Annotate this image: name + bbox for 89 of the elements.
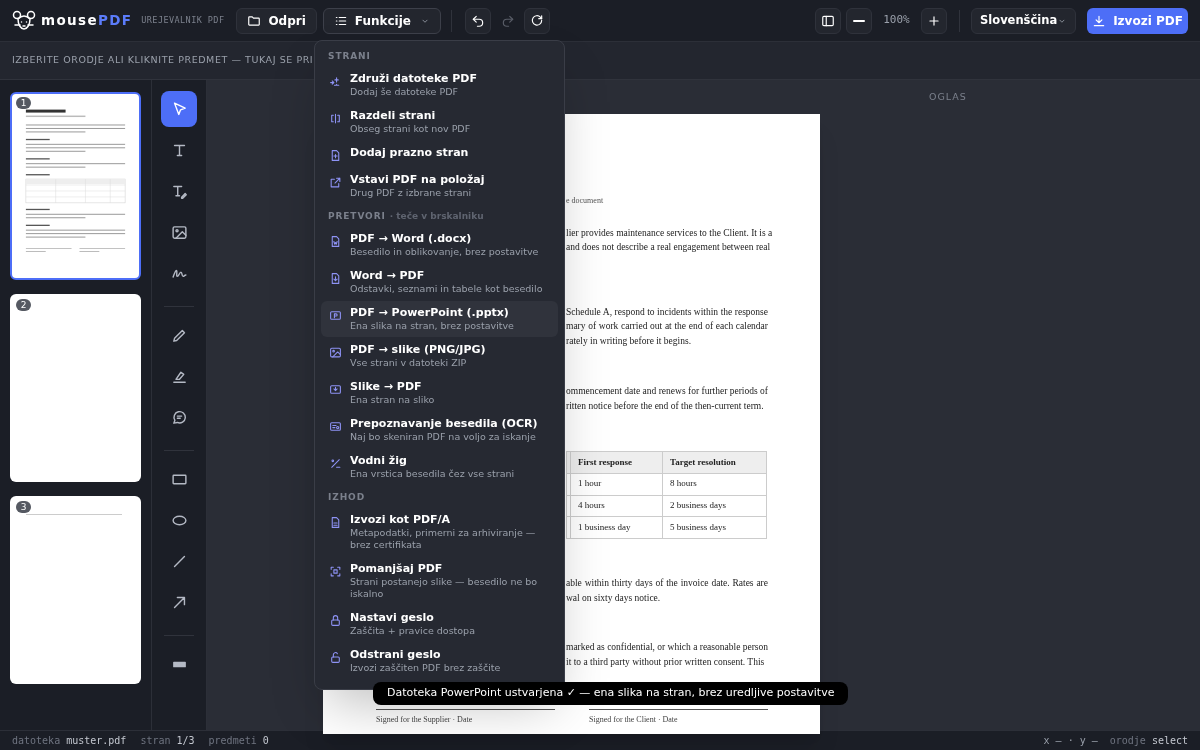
menu-item[interactable]: Združi datoteke PDF Dodaj še datoteke PDF bbox=[321, 67, 558, 103]
undo-button[interactable] bbox=[465, 7, 491, 34]
document-icon bbox=[329, 516, 342, 529]
table-cell: 8 hours bbox=[663, 473, 767, 495]
unlock-icon bbox=[329, 651, 342, 664]
table-cell: 4 hours bbox=[571, 495, 663, 517]
page-thumbnail[interactable]: 2 bbox=[10, 294, 141, 482]
slides-icon bbox=[329, 309, 342, 322]
language-select[interactable]: Slovenščina bbox=[971, 7, 1076, 34]
page-number-badge: 1 bbox=[16, 97, 31, 109]
table-cell: 1 hour bbox=[571, 473, 663, 495]
zoom-in-button[interactable] bbox=[921, 7, 947, 34]
open-button[interactable]: Odpri bbox=[236, 7, 317, 34]
signature-label: Signed for the Supplier · Date bbox=[376, 714, 474, 726]
menu-section-heading: IZHOD bbox=[328, 492, 366, 503]
page-number-badge: 3 bbox=[16, 501, 31, 513]
sidebar-toggle-button[interactable] bbox=[815, 7, 841, 34]
menu-item[interactable]: PDF → slike (PNG/JPG) Vse strani v datoteki ZIP bbox=[321, 338, 558, 374]
plus-icon bbox=[927, 13, 941, 28]
menu-section-heading: PRETVORI bbox=[328, 211, 386, 222]
page-number-badge: 2 bbox=[16, 299, 31, 311]
menu-item[interactable]: Razdeli strani Obseg strani kot nov PDF bbox=[321, 104, 558, 140]
menu-item[interactable]: PDF → PowerPoint (.pptx) Ena slika na stran, brez postavitve bbox=[321, 301, 558, 337]
menu-item[interactable]: Nastavi geslo Zaščita + pravice dostopa bbox=[321, 606, 558, 642]
compress-icon bbox=[329, 565, 342, 578]
status-value: select bbox=[1151, 734, 1188, 748]
external-link-icon bbox=[329, 176, 342, 189]
image-icon bbox=[329, 346, 342, 359]
sidebar-toggle-icon bbox=[821, 13, 835, 28]
status-label: datoteka bbox=[12, 734, 61, 748]
lock-icon bbox=[329, 614, 342, 627]
download-icon bbox=[1092, 13, 1107, 28]
status-label: stran bbox=[140, 734, 171, 748]
hint-text: IZBERITE ORODJE ALI KLIKNITE PREDMET — TUKAJ SE PRI bbox=[12, 53, 314, 68]
menu-item[interactable]: Pomanjšaj PDF Strani postanejo slike — besedilo ne bo iskalno bbox=[321, 557, 558, 605]
menu-item[interactable]: Izvozi kot PDF/A Metapodatki, primerni za arhiviranje — brez certifikata bbox=[321, 508, 558, 556]
zoom-out-button[interactable] bbox=[846, 7, 872, 34]
menu-item[interactable]: Prepoznavanje besedila (OCR) Naj bo skeniran PDF na voljo za iskanje bbox=[321, 412, 558, 448]
tool-button[interactable] bbox=[161, 91, 197, 127]
comment-icon bbox=[170, 408, 188, 426]
menu-item[interactable]: PDF → Word (.docx) Besedilo in oblikovanje, brez postavitve bbox=[321, 227, 558, 263]
word-file-icon bbox=[329, 235, 342, 248]
menu-item[interactable]: Vstavi PDF na položaj Drug PDF z izbrane strani bbox=[321, 168, 558, 204]
folder-icon bbox=[247, 13, 262, 28]
status-value: 1/3 bbox=[176, 734, 195, 748]
split-icon bbox=[329, 112, 342, 125]
document-subtitle: e document bbox=[566, 195, 605, 207]
signature-label: Signed for the Client · Date bbox=[589, 714, 679, 726]
mouse-logo-icon bbox=[12, 8, 36, 33]
refresh-button[interactable] bbox=[524, 7, 550, 34]
status-value: 0 bbox=[262, 734, 269, 748]
app-logo-text: mouse PDF bbox=[41, 11, 133, 31]
status-label: orodje bbox=[1109, 734, 1146, 748]
status-value: muster.pdf bbox=[66, 734, 127, 748]
table-cell: First response bbox=[571, 452, 663, 473]
file-download-icon bbox=[329, 272, 342, 285]
add-page-icon bbox=[329, 149, 342, 162]
scan-text-icon bbox=[329, 420, 342, 433]
undo-icon bbox=[471, 13, 485, 28]
minus-icon bbox=[853, 19, 865, 22]
status-label: predmeti bbox=[208, 734, 257, 748]
refresh-icon bbox=[530, 13, 544, 28]
table-cell: 5 business days bbox=[663, 517, 767, 538]
menu-item[interactable]: Odstrani geslo Izvozi zaščiten PDF brez zaščite bbox=[321, 643, 558, 679]
export-pdf-button[interactable]: Izvozi PDF bbox=[1087, 7, 1188, 34]
table-cell: 1 business day bbox=[571, 517, 663, 538]
image-download-icon bbox=[329, 383, 342, 396]
cursor-coordinates: x — · y — bbox=[1043, 734, 1098, 748]
page-thumbnail[interactable]: 1 bbox=[10, 92, 141, 280]
menu-section-note: · teče v brskalniku bbox=[389, 211, 484, 222]
app-subtitle: UREJEVALNIK PDF bbox=[141, 14, 225, 27]
redo-icon bbox=[501, 13, 515, 28]
menu-item[interactable]: Slike → PDF Ena stran na sliko bbox=[321, 375, 558, 411]
table-cell: 2 business days bbox=[663, 495, 767, 517]
document-paragraph: marked as confidential, or which a reasonable person it to a third party without prior written consent. This bbox=[566, 641, 768, 669]
table-cell: Target resolution bbox=[663, 452, 767, 473]
menu-section-heading: STRANI bbox=[328, 51, 371, 62]
zoom-level: 100% bbox=[882, 12, 911, 29]
ad-label: OGLAS bbox=[929, 90, 967, 104]
image-icon bbox=[170, 223, 188, 241]
document-paragraph: able within thirty days of the invoice date. Rates are wal on sixty days notice. bbox=[566, 577, 768, 605]
menu-item[interactable]: Dodaj prazno stran bbox=[321, 141, 558, 167]
page-thumbnail[interactable]: 3 bbox=[10, 496, 141, 684]
document-paragraph: ommencement date and renews for further periods of ritten notice before the end of the then-current term. bbox=[566, 385, 768, 413]
menu-item[interactable]: Vodni žig Ena vrstica besedila čez vse strani bbox=[321, 449, 558, 485]
document-paragraph: Schedule A, respond to incidents within the response mary of work carried out at the end of each calendar rately in writing before it begins. bbox=[566, 305, 768, 348]
toast-message: Datoteka PowerPoint ustvarjena ✓ — ena slika na stran, brez uredljive postavitve bbox=[373, 682, 849, 705]
functions-menu-button[interactable]: Funkcije bbox=[322, 7, 441, 34]
menu-item[interactable]: Word → PDF Odstavki, seznami in tabele kot besedilo bbox=[321, 264, 558, 300]
